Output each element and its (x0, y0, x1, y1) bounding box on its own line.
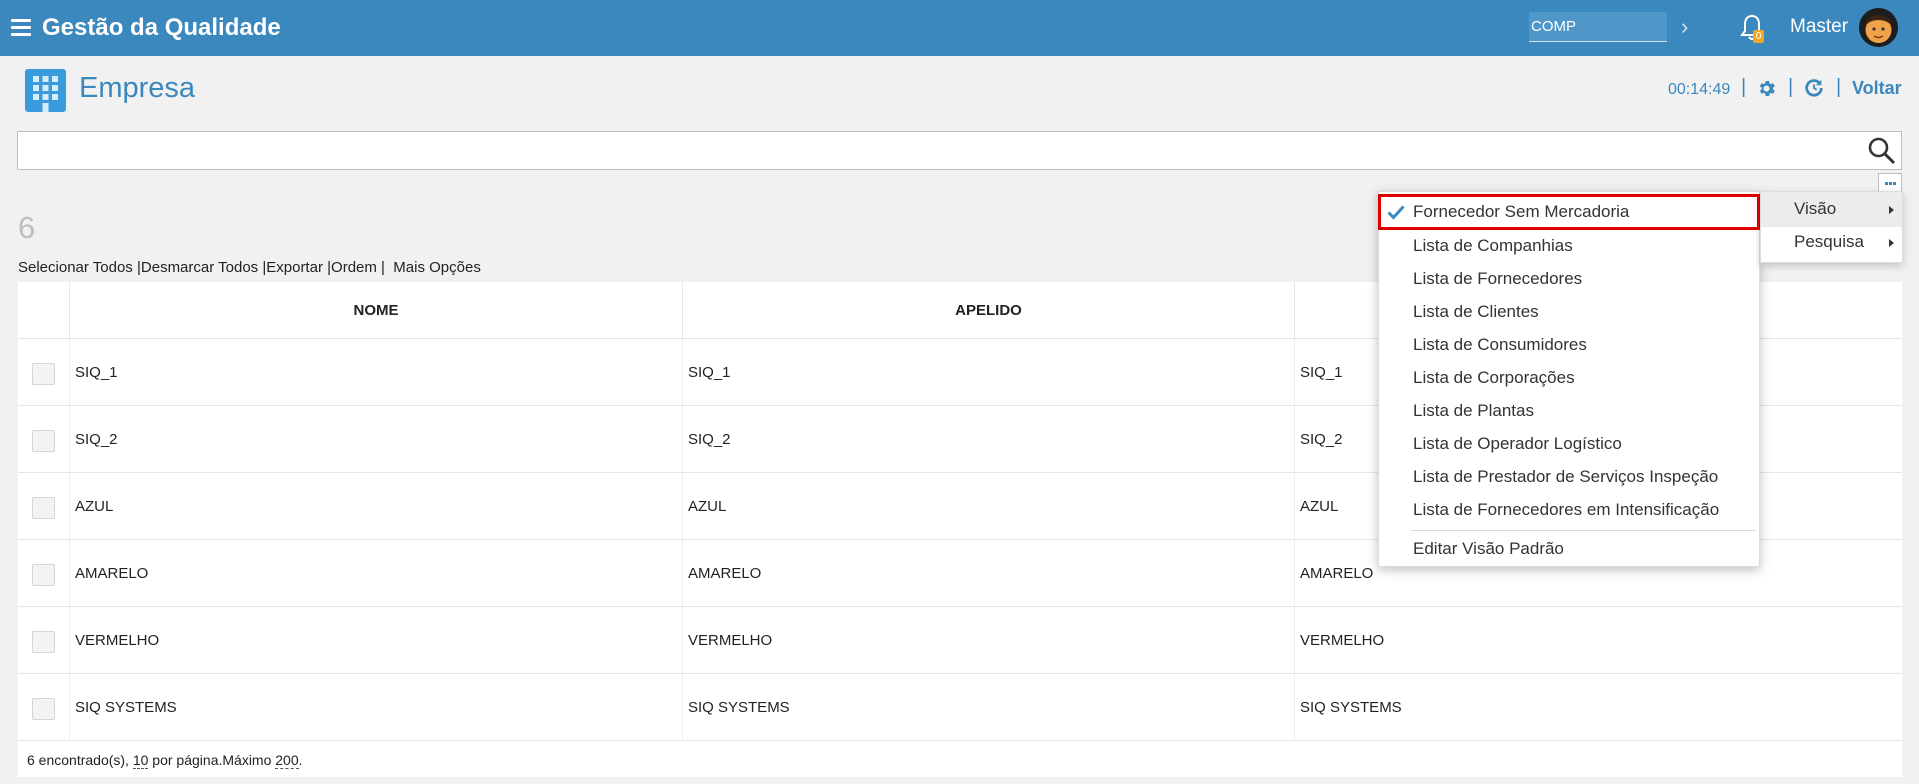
view-item-fornecedores-intensificacao[interactable]: Lista de Fornecedores em Intensificação (1413, 497, 1719, 523)
table-row[interactable]: VERMELHO VERMELHO VERMELHO (18, 607, 1902, 674)
cell-nome: SIQ SYSTEMS (69, 674, 682, 741)
cell-apelido: SIQ_1 (682, 339, 1294, 406)
search-box (17, 131, 1902, 170)
cell-nome: VERMELHO (69, 607, 682, 674)
view-item-plantas[interactable]: Lista de Plantas (1413, 398, 1534, 424)
column-header-nome[interactable]: NOME (69, 282, 682, 339)
app-title: Gestão da Qualidade (42, 14, 281, 41)
user-avatar-icon (1859, 8, 1898, 47)
result-count: 6 (18, 210, 36, 245)
hamburger-icon[interactable] (11, 19, 31, 36)
row-checkbox[interactable] (32, 698, 55, 720)
submenu-pesquisa[interactable]: Pesquisa (1794, 232, 1864, 252)
row-checkbox[interactable] (32, 631, 55, 653)
footer-end: . (298, 752, 303, 768)
found-text: 6 encontrado(s), (27, 752, 133, 768)
view-item-prestador-servicos[interactable]: Lista de Prestador de Serviços Inspeção (1413, 464, 1718, 490)
cell-nome: AZUL (69, 473, 682, 540)
per-page-text: por página.Máximo (148, 752, 276, 768)
dot-icon (1893, 182, 1896, 185)
view-item-corporacoes[interactable]: Lista de Corporações (1413, 365, 1575, 391)
cell-apelido: AMARELO (682, 540, 1294, 607)
top-bar: Gestão da Qualidade COMP › 0 Master (0, 0, 1919, 56)
search-input[interactable] (24, 138, 1848, 166)
session-timer: 00:14:49 (1668, 81, 1731, 98)
menu-divider (1411, 530, 1756, 531)
max-selector[interactable]: 200 (275, 752, 299, 769)
gear-icon[interactable] (1756, 78, 1777, 99)
avatar[interactable] (1859, 8, 1898, 47)
page-title: Empresa (79, 72, 196, 104)
cell-col3: SIQ SYSTEMS (1294, 674, 1902, 741)
bulk-actions: Selecionar Todos |Desmarcar Todos |Expor… (18, 259, 481, 276)
row-checkbox[interactable] (32, 564, 55, 586)
cell-apelido: VERMELHO (682, 607, 1294, 674)
edit-default-view[interactable]: Editar Visão Padrão (1413, 536, 1564, 562)
row-checkbox[interactable] (32, 430, 55, 452)
caret-right-icon (1889, 206, 1894, 214)
dot-icon (1885, 182, 1888, 185)
separator: | (1836, 76, 1842, 98)
order-link[interactable]: Ordem (331, 259, 377, 276)
cell-nome: SIQ_1 (69, 339, 682, 406)
table-row[interactable]: SIQ SYSTEMS SIQ SYSTEMS SIQ SYSTEMS (18, 674, 1902, 741)
more-options-link[interactable]: Mais Opções (393, 259, 481, 276)
view-item-operador-logistico[interactable]: Lista de Operador Logístico (1413, 431, 1622, 457)
notification-badge: 0 (1753, 30, 1764, 43)
row-checkbox[interactable] (32, 497, 55, 519)
cell-nome: AMARELO (69, 540, 682, 607)
cell-nome: SIQ_2 (69, 406, 682, 473)
view-dropdown-menu: Fornecedor Sem Mercadoria Lista de Compa… (1378, 191, 1760, 567)
selected-item-highlight (1378, 194, 1760, 230)
refresh-icon[interactable] (1803, 77, 1825, 99)
caret-right-icon (1889, 239, 1894, 247)
select-all-link[interactable]: Selecionar Todos (18, 259, 133, 276)
dot-icon (1889, 182, 1892, 185)
chevron-right-icon[interactable]: › (1681, 14, 1688, 40)
separator: | (1788, 76, 1794, 98)
view-item-clientes[interactable]: Lista de Clientes (1413, 299, 1539, 325)
cell-col3: VERMELHO (1294, 607, 1902, 674)
back-link[interactable]: Voltar (1852, 78, 1902, 99)
per-page-selector[interactable]: 10 (132, 752, 149, 769)
search-icon[interactable] (1867, 136, 1896, 165)
row-checkbox[interactable] (32, 363, 55, 385)
user-name[interactable]: Master (1790, 16, 1848, 38)
view-item-consumidores[interactable]: Lista de Consumidores (1413, 332, 1587, 358)
view-item-companhias[interactable]: Lista de Companhias (1413, 233, 1573, 259)
submenu-visao[interactable]: Visão (1794, 199, 1836, 219)
pagination-info: 6 encontrado(s), 10 por página.Máximo 20… (27, 752, 303, 769)
cell-apelido: AZUL (682, 473, 1294, 540)
building-grid-icon (25, 69, 66, 112)
column-header-apelido[interactable]: APELIDO (682, 282, 1294, 339)
cell-apelido: SIQ SYSTEMS (682, 674, 1294, 741)
company-selector[interactable]: COMP (1529, 12, 1667, 42)
options-submenu: Visão Pesquisa (1760, 191, 1903, 263)
header-checkbox-col (18, 282, 69, 339)
separator: | (1741, 76, 1747, 98)
export-link[interactable]: Exportar (266, 259, 323, 276)
view-item-fornecedores[interactable]: Lista de Fornecedores (1413, 266, 1582, 292)
cell-apelido: SIQ_2 (682, 406, 1294, 473)
deselect-all-link[interactable]: Desmarcar Todos (141, 259, 258, 276)
